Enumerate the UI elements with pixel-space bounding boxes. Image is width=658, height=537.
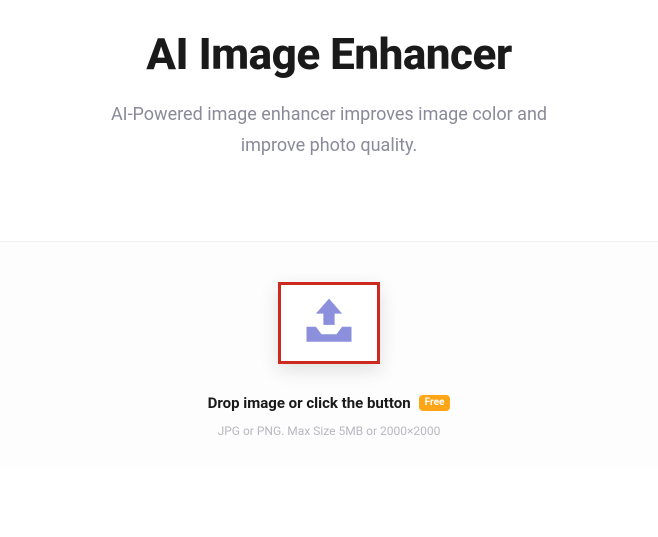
hero-section: AI Image Enhancer AI-Powered image enhan… bbox=[0, 0, 658, 241]
upload-hint: JPG or PNG. Max Size 5MB or 2000×2000 bbox=[20, 424, 638, 438]
upload-section: Drop image or click the button Free JPG … bbox=[0, 241, 658, 468]
upload-button[interactable] bbox=[278, 282, 380, 364]
page-title: AI Image Enhancer bbox=[40, 28, 618, 80]
drop-row: Drop image or click the button Free bbox=[20, 394, 638, 412]
free-badge: Free bbox=[419, 395, 451, 411]
drop-text: Drop image or click the button bbox=[208, 394, 411, 412]
upload-icon bbox=[299, 293, 359, 353]
page-subtitle: AI-Powered image enhancer improves image… bbox=[89, 100, 569, 161]
